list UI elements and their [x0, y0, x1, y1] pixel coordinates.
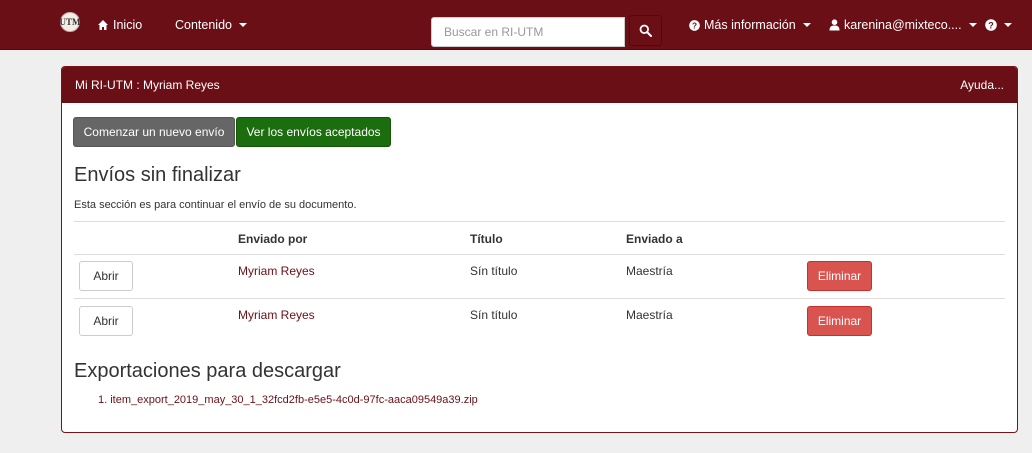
info-circle-icon: ? — [689, 19, 700, 31]
question-circle-icon: ? — [985, 19, 997, 31]
column-header-submitter: Enviado por — [238, 232, 308, 246]
caret-down-icon — [239, 23, 247, 27]
nav-home[interactable]: Inicio — [97, 0, 142, 50]
submitter-cell[interactable]: Myriam Reyes — [238, 308, 315, 322]
open-submission-button[interactable]: Abrir — [79, 306, 133, 336]
submitter-cell[interactable]: Myriam Reyes — [238, 264, 315, 278]
search-input[interactable] — [431, 17, 625, 47]
search-icon — [639, 24, 652, 37]
svg-text:?: ? — [692, 21, 697, 30]
home-icon — [98, 20, 108, 30]
delete-submission-button[interactable]: Eliminar — [807, 261, 872, 291]
unfinished-submissions-title: Envíos sin finalizar — [74, 164, 241, 186]
nav-content-label: Contenido — [175, 18, 232, 32]
nav-content-dropdown[interactable]: Contenido — [175, 0, 247, 50]
svg-text:?: ? — [988, 20, 994, 30]
panel-title: Mi RI-UTM : Myriam Reyes — [75, 78, 220, 92]
unfinished-description: Esta sección es para continuar el envío … — [74, 199, 357, 211]
table-top-rule — [74, 221, 1005, 222]
header-rule — [74, 254, 1005, 255]
institution-logo[interactable]: UTM — [60, 12, 81, 32]
caret-down-icon — [1004, 23, 1012, 27]
collection-cell: Maestría — [626, 264, 673, 278]
caret-down-icon — [802, 23, 811, 27]
export-download-link[interactable]: 1. item_export_2019_may_30_1_32fcd2fb-e5… — [98, 394, 478, 406]
panel-heading: Mi RI-UTM : Myriam Reyes Ayuda... — [62, 67, 1017, 103]
column-header-collection: Enviado a — [626, 232, 683, 246]
my-repository-panel: Mi RI-UTM : Myriam Reyes Ayuda... Comenz… — [61, 66, 1018, 433]
exports-title: Exportaciones para descargar — [74, 360, 341, 382]
nav-more-info-label: Más información — [704, 18, 796, 32]
row-rule — [74, 298, 1005, 299]
nav-more-info-dropdown[interactable]: ? Más información — [689, 0, 811, 50]
nav-user-dropdown[interactable]: karenina@mixteco.... — [829, 0, 977, 50]
open-submission-button[interactable]: Abrir — [79, 261, 133, 291]
search-button[interactable] — [629, 15, 662, 46]
nav-user-label: karenina@mixteco.... — [844, 18, 962, 32]
collection-cell: Maestría — [626, 308, 673, 322]
accepted-submissions-button[interactable]: Ver los envíos aceptados — [236, 117, 391, 147]
nav-home-label: Inicio — [113, 18, 143, 32]
column-header-title: Título — [470, 232, 503, 246]
title-cell: Sín título — [470, 308, 518, 322]
top-navbar: UTM Inicio Contenido ? Más información k… — [0, 0, 1032, 50]
user-icon — [829, 19, 840, 31]
help-link[interactable]: Ayuda... — [960, 78, 1004, 92]
new-submission-button[interactable]: Comenzar un nuevo envío — [73, 117, 235, 147]
caret-down-icon — [968, 23, 977, 27]
nav-help-dropdown[interactable]: ? — [985, 0, 1012, 50]
delete-submission-button[interactable]: Eliminar — [807, 306, 872, 336]
title-cell: Sín título — [470, 264, 518, 278]
